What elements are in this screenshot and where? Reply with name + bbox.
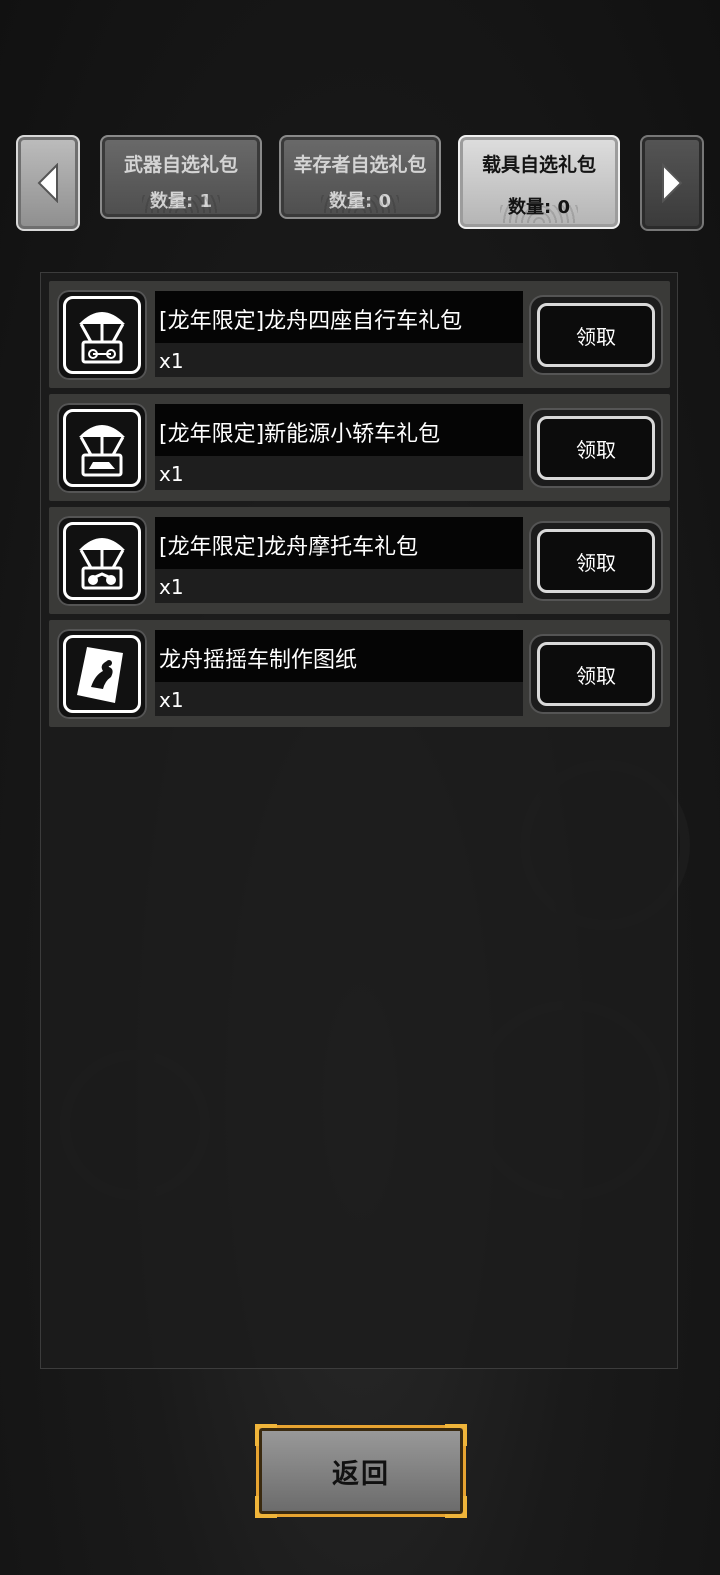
airdrop-car-icon bbox=[79, 425, 125, 477]
corner-ornament bbox=[255, 1424, 277, 1446]
item-name: [龙年限定]新能源小轿车礼包 bbox=[159, 422, 441, 447]
wave-pattern bbox=[500, 205, 578, 223]
item-name: 龙舟摇摇车制作图纸 bbox=[159, 648, 358, 673]
wave-pattern bbox=[321, 195, 399, 213]
claim-button[interactable]: 领取 bbox=[531, 523, 661, 599]
blueprint-icon bbox=[77, 647, 123, 703]
tab-prev-button[interactable] bbox=[16, 135, 80, 231]
list-item: [龙年限定]龙舟摩托车礼包 x1 领取 bbox=[49, 507, 670, 614]
item-icon-frame bbox=[57, 516, 147, 606]
item-quantity: x1 bbox=[159, 688, 184, 712]
item-qty-bar: x1 bbox=[155, 343, 523, 377]
reward-list-panel: [龙年限定]龙舟四座自行车礼包 x1 领取 [龙年限定]新能源小轿车礼包 x1 … bbox=[40, 272, 678, 1369]
corner-ornament bbox=[445, 1424, 467, 1446]
claim-label: 领取 bbox=[537, 416, 655, 480]
airdrop-motorcycle-icon bbox=[79, 538, 125, 590]
back-button-label: 返回 bbox=[332, 1458, 390, 1490]
list-item: [龙年限定]新能源小轿车礼包 x1 领取 bbox=[49, 394, 670, 501]
tab-label: 载具自选礼包 bbox=[481, 154, 596, 176]
claim-button[interactable]: 领取 bbox=[531, 297, 661, 373]
item-name: [龙年限定]龙舟摩托车礼包 bbox=[159, 535, 419, 560]
claim-button[interactable]: 领取 bbox=[531, 410, 661, 486]
item-icon-frame bbox=[57, 290, 147, 380]
arrow-left-icon bbox=[37, 163, 58, 203]
item-quantity: x1 bbox=[159, 349, 184, 373]
item-qty-bar: x1 bbox=[155, 456, 523, 490]
arrow-right-icon bbox=[662, 163, 683, 203]
item-name-bar: [龙年限定]新能源小轿车礼包 bbox=[155, 404, 523, 456]
item-qty-bar: x1 bbox=[155, 569, 523, 603]
tab-survivor-pack[interactable]: 幸存者自选礼包 数量: 0 bbox=[279, 135, 441, 219]
corner-ornament bbox=[445, 1496, 467, 1518]
tab-next-button[interactable] bbox=[640, 135, 704, 231]
tab-weapon-pack[interactable]: 武器自选礼包 数量: 1 bbox=[100, 135, 262, 219]
item-name-bar: [龙年限定]龙舟四座自行车礼包 bbox=[155, 291, 523, 343]
claim-label: 领取 bbox=[537, 642, 655, 706]
corner-ornament bbox=[255, 1496, 277, 1518]
airdrop-bicycle-icon bbox=[79, 312, 125, 364]
item-name-bar: [龙年限定]龙舟摩托车礼包 bbox=[155, 517, 523, 569]
back-button[interactable]: 返回 bbox=[255, 1424, 467, 1518]
claim-label: 领取 bbox=[537, 529, 655, 593]
item-quantity: x1 bbox=[159, 575, 184, 599]
claim-button[interactable]: 领取 bbox=[531, 636, 661, 712]
tab-vehicle-pack[interactable]: 载具自选礼包 数量: 0 bbox=[458, 135, 620, 229]
item-icon-frame bbox=[57, 629, 147, 719]
list-item: [龙年限定]龙舟四座自行车礼包 x1 领取 bbox=[49, 281, 670, 388]
wave-pattern bbox=[142, 195, 220, 213]
item-name: [龙年限定]龙舟四座自行车礼包 bbox=[159, 309, 463, 334]
tab-label: 幸存者自选礼包 bbox=[293, 154, 427, 176]
item-icon-frame bbox=[57, 403, 147, 493]
item-name-bar: 龙舟摇摇车制作图纸 bbox=[155, 630, 523, 682]
claim-label: 领取 bbox=[537, 303, 655, 367]
list-item: 龙舟摇摇车制作图纸 x1 领取 bbox=[49, 620, 670, 727]
item-qty-bar: x1 bbox=[155, 682, 523, 716]
tab-label: 武器自选礼包 bbox=[123, 154, 238, 176]
item-quantity: x1 bbox=[159, 462, 184, 486]
